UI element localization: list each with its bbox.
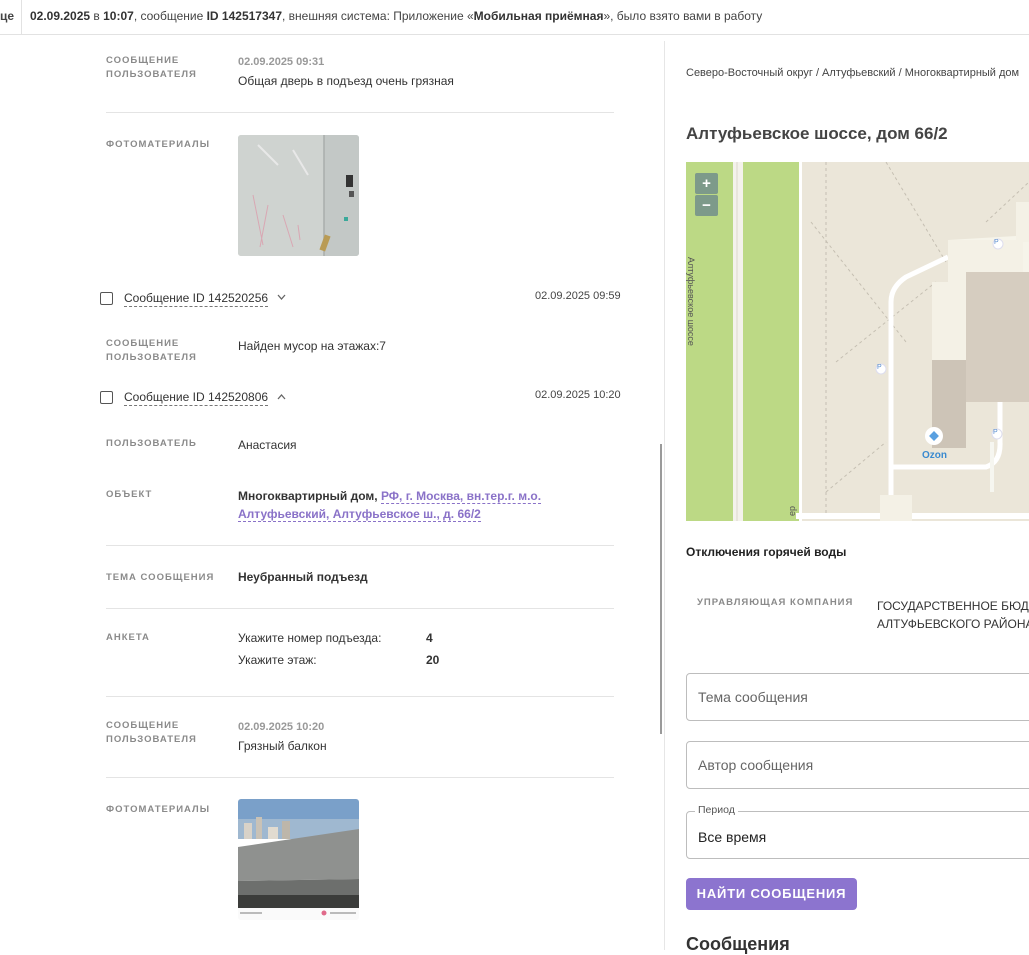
survey-question: Укажите номер подъезда: (238, 631, 382, 645)
author-placeholder: Автор сообщения (698, 757, 814, 773)
divider (106, 696, 614, 697)
period-label: Период (695, 804, 738, 816)
photo-thumbnail-balcony[interactable] (238, 799, 359, 920)
photo-thumbnail-door[interactable] (238, 135, 359, 256)
user-name: Анастасия (238, 438, 297, 452)
zoom-out-button[interactable]: − (695, 195, 718, 216)
message-checkbox[interactable] (100, 391, 113, 404)
column-divider (664, 41, 665, 950)
user-message-date: 02.09.2025 10:20 (238, 721, 325, 733)
object-address-link[interactable]: РФ, г. Москва, вн.тер.г. м.о. (380, 489, 542, 504)
object-address-title: Алтуфьевское шоссе, дом 66/2 (686, 124, 948, 143)
map-street-label: ер (787, 505, 798, 517)
period-select[interactable]: Период Все время (686, 804, 1029, 859)
topic-placeholder: Тема сообщения (698, 689, 808, 705)
notification-time: 10:07 (103, 9, 134, 23)
user-message-text: Общая дверь в подъезд очень грязная (238, 74, 454, 88)
photo-balcony-image (238, 799, 359, 920)
user-label: Пользователь (106, 438, 197, 449)
left-panel-scrollbar[interactable] (660, 444, 662, 734)
notification-text: 02.09.2025 в 10:07, сообщение ID 1425173… (30, 9, 763, 23)
message-details-panel: Сообщение пользователя 02.09.2025 09:31 … (0, 41, 664, 950)
message-date: 02.09.2025 10:20 (535, 389, 621, 401)
find-messages-button[interactable]: Найти сообщения (686, 878, 857, 910)
hot-water-outages-heading: Отключения горячей воды (686, 545, 847, 559)
message-date: 02.09.2025 09:59 (535, 290, 621, 302)
divider (106, 545, 614, 546)
messages-section-title: Сообщения (686, 934, 790, 954)
topbar-divider (21, 0, 22, 34)
user-message-text: Найден мусор на этажах:7 (238, 339, 386, 353)
management-company-line: ГОСУДАРСТВЕННОЕ БЮДЖ (877, 599, 1029, 613)
zoom-in-button[interactable]: + (695, 173, 718, 194)
message-checkbox[interactable] (100, 292, 113, 305)
divider (106, 112, 614, 113)
photos-label: Фотоматериалы (106, 139, 211, 150)
map-canvas (686, 162, 1029, 521)
chevron-up-icon[interactable] (277, 392, 286, 403)
topic-search-input[interactable]: Тема сообщения (686, 673, 1029, 721)
message-id-link[interactable]: Сообщение ID 142520256 (124, 291, 269, 307)
notification-bar: це 02.09.2025 в 10:07, сообщение ID 1425… (0, 0, 1029, 35)
survey-answer: 4 (426, 631, 433, 645)
topbar-cut-text: це (0, 9, 15, 23)
management-company-label: Управляющая компания (697, 597, 854, 608)
divider (106, 608, 614, 609)
parking-icon: P (994, 239, 999, 246)
photo-door-image (238, 135, 359, 256)
user-message-label: Сообщение пользователя (106, 338, 197, 363)
divider (106, 777, 614, 778)
photos-label: Фотоматериалы (106, 804, 211, 815)
parking-icon: P (993, 429, 998, 436)
parking-icon: P (877, 364, 882, 371)
map-road-label: Алтуфьевское шоссе (686, 257, 696, 346)
notification-app: Мобильная приёмная (473, 9, 604, 23)
object-label: Объект (106, 489, 153, 500)
message-id-link[interactable]: Сообщение ID 142520806 (124, 390, 269, 406)
survey-question: Укажите этаж: (238, 653, 317, 667)
user-message-date: 02.09.2025 09:31 (238, 56, 325, 68)
period-value: Все время (698, 829, 767, 845)
breadcrumb: Северо-Восточный округ / Алтуфьевский / … (686, 67, 1020, 79)
author-search-input[interactable]: Автор сообщения (686, 741, 1029, 789)
management-company-value: ГОСУДАРСТВЕННОЕ БЮДЖ АЛТУФЬЕВСКОГО РАЙОН… (877, 597, 1029, 633)
chevron-down-icon[interactable] (277, 293, 286, 304)
survey-answer: 20 (426, 653, 440, 667)
survey-label: Анкета (106, 632, 150, 643)
notification-date: 02.09.2025 (30, 9, 91, 23)
object-address-link[interactable]: Алтуфьевский, Алтуфьевское ш., д. 66/2 (238, 507, 481, 522)
object-value: Многоквартирный дом, РФ, г. Москва, вн.т… (238, 487, 568, 523)
management-company-line: АЛТУФЬЕВСКОГО РАЙОНА (877, 617, 1029, 631)
object-type: Многоквартирный дом, (238, 489, 378, 503)
user-message-label: Сообщение пользователя (106, 720, 197, 745)
map-view[interactable]: Ozon P P P Алтуфьевское шоссе ер + − (686, 162, 1029, 521)
topic-label: Тема сообщения (106, 572, 215, 583)
notification-msg-id: ID 142517347 (206, 9, 282, 23)
map-poi-label[interactable]: Ozon (922, 450, 947, 461)
topic-value: Неубранный подъезд (238, 570, 368, 584)
user-message-label: Сообщение пользователя (106, 55, 197, 80)
user-message-text: Грязный балкон (238, 739, 327, 753)
